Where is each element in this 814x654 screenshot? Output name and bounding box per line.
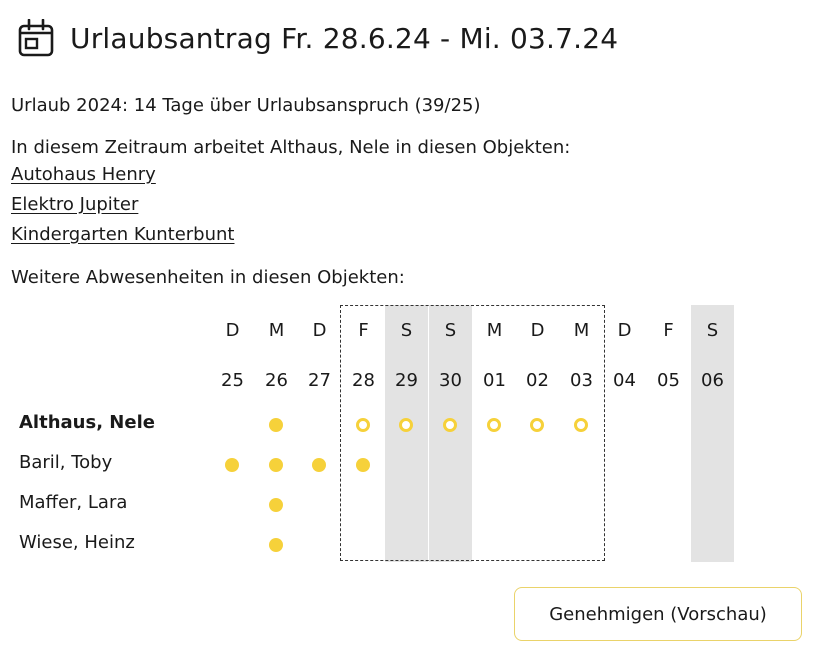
weekday-label: F xyxy=(663,320,674,341)
date-label: 26 xyxy=(265,370,288,391)
absence-dot xyxy=(269,458,283,472)
employee-name: Althaus, Nele xyxy=(19,412,155,433)
employee-name: Maffer, Lara xyxy=(19,492,128,513)
absence-dot xyxy=(269,418,283,432)
absence-dot xyxy=(356,458,370,472)
date-label: 01 xyxy=(483,370,506,391)
date-label: 25 xyxy=(221,370,244,391)
weekday-label: S xyxy=(706,320,719,341)
absence-dot xyxy=(269,498,283,512)
date-label: 05 xyxy=(657,370,680,391)
requested-absence-dot xyxy=(574,418,588,432)
date-label: 06 xyxy=(701,370,724,391)
date-label: 03 xyxy=(570,370,593,391)
requested-absence-dot xyxy=(530,418,544,432)
requested-absence-dot xyxy=(399,418,413,432)
weekday-label: D xyxy=(617,320,632,341)
requested-absence-dot xyxy=(443,418,457,432)
weekend-column xyxy=(691,305,734,562)
date-label: 28 xyxy=(352,370,375,391)
calendar-icon xyxy=(18,19,54,57)
date-label: 02 xyxy=(526,370,549,391)
requested-absence-dot xyxy=(487,418,501,432)
employee-name: Wiese, Heinz xyxy=(19,532,135,553)
approve-preview-button[interactable]: Genehmigen (Vorschau) xyxy=(514,587,802,641)
page-title: Urlaubsantrag Fr. 28.6.24 - Mi. 03.7.24 xyxy=(70,21,619,55)
absence-dot xyxy=(312,458,326,472)
date-label: 27 xyxy=(308,370,331,391)
object-link-elektro-jupiter[interactable]: Elektro Jupiter xyxy=(11,194,138,215)
vacation-summary: Urlaub 2024: 14 Tage über Urlaubsanspruc… xyxy=(11,95,481,116)
requested-range-highlight xyxy=(340,305,605,561)
object-link-autohaus-henry[interactable]: Autohaus Henry xyxy=(11,164,156,185)
weekday-label: D xyxy=(530,320,545,341)
date-label: 29 xyxy=(395,370,418,391)
object-link-kindergarten-kunterbunt[interactable]: Kindergarten Kunterbunt xyxy=(11,224,234,245)
weekday-label: D xyxy=(225,320,240,341)
absence-dot xyxy=(225,458,239,472)
weekday-label: M xyxy=(573,320,590,341)
weekday-label: M xyxy=(486,320,503,341)
weekday-label: M xyxy=(268,320,285,341)
date-label: 04 xyxy=(613,370,636,391)
absence-dot xyxy=(269,538,283,552)
requested-absence-dot xyxy=(356,418,370,432)
weekday-label: S xyxy=(400,320,413,341)
objects-intro: In diesem Zeitraum arbeitet Althaus, Nel… xyxy=(11,137,571,158)
page-header: Urlaubsantrag Fr. 28.6.24 - Mi. 03.7.24 xyxy=(18,16,618,60)
weekday-label: D xyxy=(312,320,327,341)
absences-intro: Weitere Abwesenheiten in diesen Objekten… xyxy=(11,267,405,288)
weekday-label: S xyxy=(444,320,457,341)
employee-name: Baril, Toby xyxy=(19,452,113,473)
date-label: 30 xyxy=(439,370,462,391)
weekday-label: F xyxy=(358,320,369,341)
